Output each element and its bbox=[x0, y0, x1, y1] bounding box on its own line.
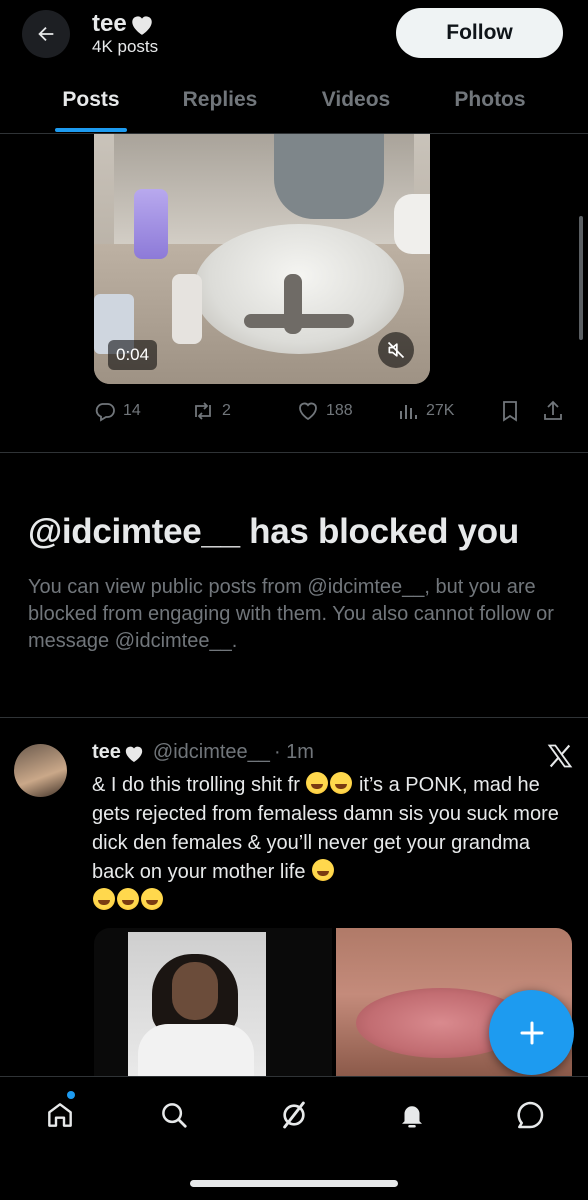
post-header: tee @idcimtee__ · 1m bbox=[92, 741, 314, 764]
video-player[interactable]: 0:04 bbox=[94, 134, 430, 384]
view-count: 27K bbox=[426, 402, 455, 419]
reply-count: 14 bbox=[123, 402, 141, 419]
scrollbar[interactable] bbox=[579, 216, 583, 340]
views-button[interactable]: 27K bbox=[398, 394, 454, 428]
divider bbox=[0, 717, 588, 718]
reply-button[interactable]: 14 bbox=[93, 394, 141, 428]
video-duration: 0:04 bbox=[108, 340, 158, 370]
mute-button[interactable] bbox=[378, 332, 414, 368]
post-author-name[interactable]: tee bbox=[92, 741, 121, 764]
message-icon bbox=[517, 1101, 544, 1129]
blocked-title: @idcimtee__ has blocked you bbox=[28, 512, 519, 551]
divider bbox=[0, 452, 588, 453]
face-with-tears-of-joy-emoji bbox=[93, 888, 115, 910]
profile-tabs: Posts Replies Videos Photos bbox=[0, 66, 588, 134]
tab-posts[interactable]: Posts bbox=[36, 66, 146, 134]
heart-icon bbox=[299, 402, 317, 421]
repost-count: 2 bbox=[222, 402, 231, 419]
follow-button[interactable]: Follow bbox=[396, 8, 563, 58]
nav-notifications[interactable] bbox=[392, 1095, 432, 1135]
views-icon bbox=[400, 405, 417, 419]
post-text: & I do this trolling shit fr it’s a PONK… bbox=[92, 771, 568, 916]
video-soap bbox=[172, 274, 202, 344]
video-toilet bbox=[394, 194, 430, 254]
rolling-on-floor-laughing-emoji bbox=[306, 772, 329, 794]
notification-dot bbox=[67, 1091, 75, 1099]
share-button[interactable] bbox=[542, 394, 564, 428]
reply-icon bbox=[95, 403, 115, 422]
search-icon bbox=[162, 1103, 187, 1128]
video-figure bbox=[274, 134, 384, 219]
face-with-tears-of-joy-emoji bbox=[141, 888, 163, 910]
x-logo-icon bbox=[547, 744, 573, 768]
speaker-muted-icon bbox=[387, 341, 405, 359]
home-icon bbox=[48, 1103, 72, 1127]
media-shirt bbox=[138, 1024, 254, 1076]
post-count: 4K posts bbox=[92, 37, 159, 56]
post-text-part1: & I do this trolling shit fr bbox=[92, 774, 306, 796]
profile-name: tee bbox=[92, 10, 155, 38]
post-time: · 1m bbox=[273, 741, 314, 763]
face-with-tears-of-joy-emoji bbox=[117, 888, 139, 910]
bookmark-button[interactable] bbox=[500, 394, 520, 428]
post-handle[interactable]: @idcimtee__ bbox=[153, 741, 270, 764]
tab-videos[interactable]: Videos bbox=[300, 66, 412, 134]
compose-button[interactable] bbox=[489, 990, 574, 1075]
profile-name-text: tee bbox=[92, 10, 127, 37]
profile-header: tee 4K posts Follow bbox=[0, 0, 588, 66]
nav-grok[interactable] bbox=[274, 1095, 314, 1135]
back-button[interactable] bbox=[22, 10, 70, 58]
media-image-left[interactable] bbox=[94, 928, 332, 1076]
active-tab-indicator bbox=[55, 128, 127, 132]
like-button[interactable]: 188 bbox=[296, 394, 353, 428]
like-count: 188 bbox=[326, 402, 353, 419]
blocked-message: You can view public posts from @idcimtee… bbox=[28, 576, 554, 652]
tab-replies[interactable]: Replies bbox=[160, 66, 280, 134]
rolling-on-floor-laughing-emoji bbox=[330, 772, 353, 794]
nav-home[interactable] bbox=[40, 1095, 80, 1135]
grok-icon bbox=[283, 1101, 305, 1129]
white-heart-icon bbox=[131, 16, 152, 35]
tab-photos[interactable]: Photos bbox=[430, 66, 550, 134]
nav-messages[interactable] bbox=[510, 1095, 550, 1135]
arrow-left-icon bbox=[38, 26, 54, 42]
face-with-tears-of-joy-emoji bbox=[312, 859, 334, 881]
repost-button[interactable]: 2 bbox=[190, 394, 231, 428]
home-indicator bbox=[190, 1180, 398, 1187]
repost-icon bbox=[195, 402, 211, 420]
nav-search[interactable] bbox=[154, 1095, 194, 1135]
avatar[interactable] bbox=[14, 744, 67, 797]
share-icon bbox=[544, 400, 562, 420]
bell-icon bbox=[402, 1106, 422, 1128]
media-face bbox=[172, 962, 218, 1020]
video-bottle bbox=[134, 189, 168, 259]
post-actions: 14 2 188 27K bbox=[0, 394, 588, 428]
white-heart-icon bbox=[125, 746, 143, 762]
video-faucet-base bbox=[244, 314, 354, 328]
bookmark-icon bbox=[503, 401, 517, 422]
plus-icon bbox=[520, 1021, 543, 1044]
